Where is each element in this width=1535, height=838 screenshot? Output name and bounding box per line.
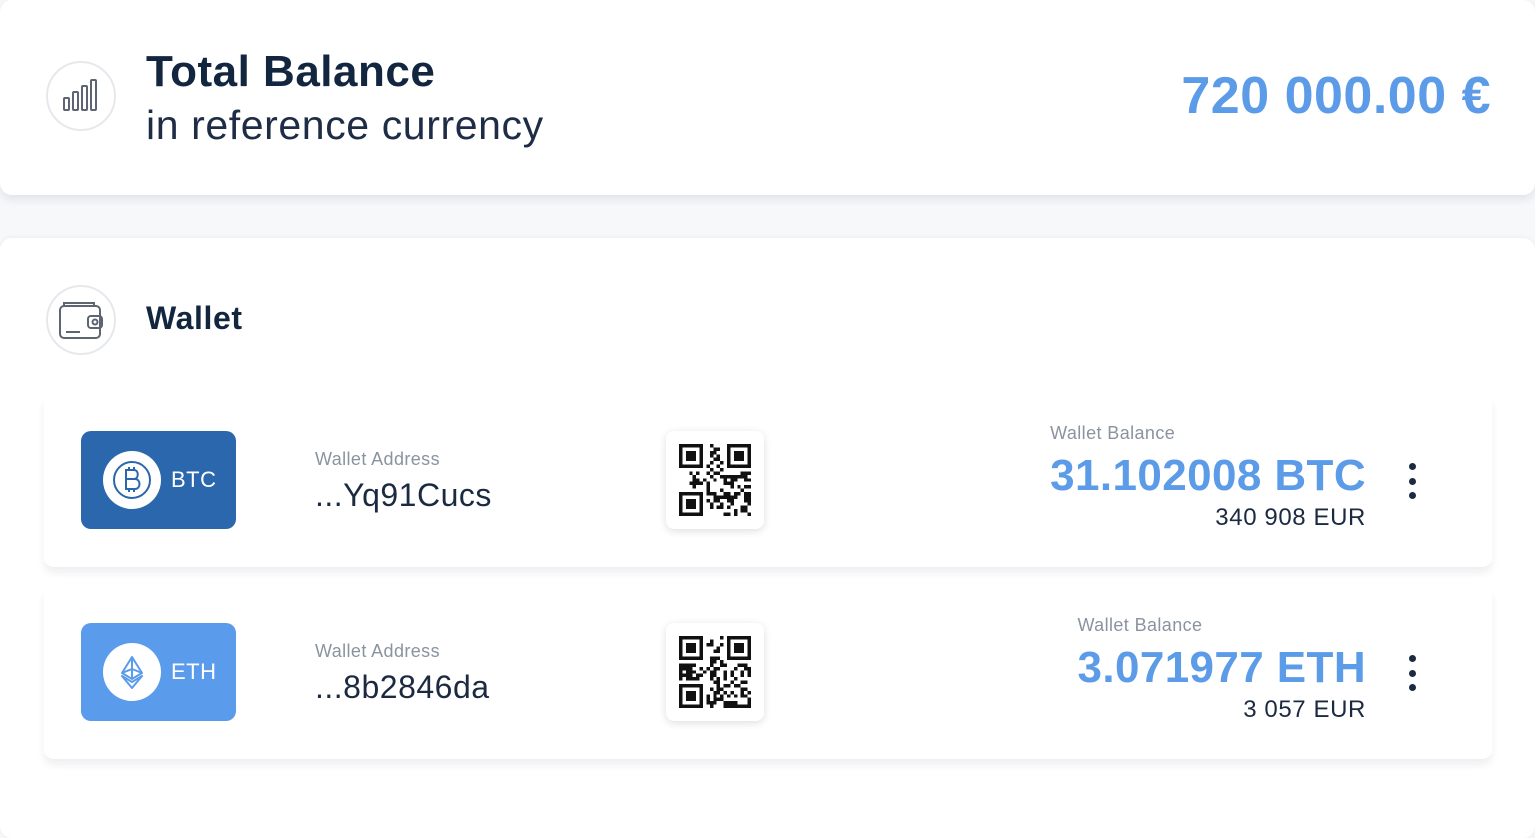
wallet-row-eth[interactable]: ETH Wallet Address ...8b2846da Wallet Ba… <box>44 585 1492 759</box>
more-options-button[interactable] <box>1402 463 1422 499</box>
wallet-balance-label: Wallet Balance <box>1077 615 1203 635</box>
wallet-balance-value: 31.102008 BTC <box>1050 451 1366 500</box>
coin-badge-btc: BTC <box>81 431 236 529</box>
total-balance-subtitle: in reference currency <box>146 102 544 148</box>
wallet-balance-label: Wallet Balance <box>1050 423 1176 443</box>
bar-chart-icon <box>46 61 116 131</box>
more-dot-icon <box>1408 477 1416 485</box>
qr-code-icon <box>679 444 751 516</box>
bitcoin-icon <box>103 451 161 509</box>
wallet-balance-value: 3.071977 ETH <box>1077 643 1366 692</box>
total-balance-card: Total Balance in reference currency 720 … <box>0 0 1535 195</box>
qr-code-button[interactable] <box>666 431 764 529</box>
more-dot-icon <box>1408 492 1416 499</box>
wallet-row-btc[interactable]: BTC Wallet Address ...Yq91Cucs Wallet Ba… <box>44 393 1492 567</box>
wallet-balance-block: Wallet Balance 31.102008 BTC 340 908 EUR <box>1050 423 1366 532</box>
coin-ticker: ETH <box>171 659 217 684</box>
coin-badge-eth: ETH <box>81 623 236 721</box>
ethereum-icon <box>103 643 161 701</box>
wallet-card: Wallet BTC Wallet Address ...Yq91Cucs Wa… <box>0 238 1535 838</box>
total-balance-amount: 720 000.00 € <box>1181 67 1491 125</box>
qr-code-icon <box>679 636 751 708</box>
more-options-button[interactable] <box>1402 655 1422 691</box>
more-dot-icon <box>1408 655 1416 662</box>
more-dot-icon <box>1408 684 1416 691</box>
coin-ticker: BTC <box>171 467 217 492</box>
wallet-balance-block: Wallet Balance 3.071977 ETH 3 057 EUR <box>1077 615 1366 724</box>
wallet-address: ...Yq91Cucs <box>315 477 492 513</box>
total-balance-title: Total Balance <box>146 47 436 96</box>
wallet-icon <box>46 285 116 355</box>
wallet-title: Wallet <box>146 300 243 336</box>
wallet-balance-eur: 3 057 EUR <box>1243 696 1366 723</box>
more-dot-icon <box>1408 463 1416 470</box>
more-dot-icon <box>1408 669 1416 677</box>
wallet-address: ...8b2846da <box>315 669 490 705</box>
wallet-address-label: Wallet Address <box>315 449 440 469</box>
wallet-address-label: Wallet Address <box>315 641 440 661</box>
qr-code-button[interactable] <box>666 623 764 721</box>
wallet-balance-eur: 340 908 EUR <box>1215 504 1366 531</box>
